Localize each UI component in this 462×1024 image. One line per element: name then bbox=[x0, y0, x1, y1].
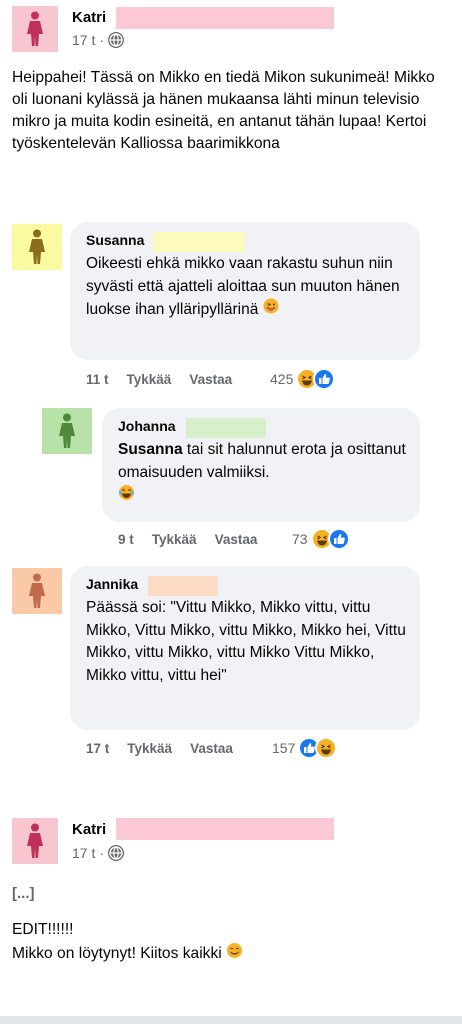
globe-icon bbox=[108, 32, 125, 48]
comment-bubble: Susanna Oikeesti ehkä mikko vaan rakastu… bbox=[70, 222, 420, 360]
comment-text: Oikeesti ehkä mikko vaan rakastu suhun n… bbox=[86, 253, 406, 322]
meta-separator: · bbox=[99, 845, 105, 861]
comment-actions: 11 t Tykkää Vastaa bbox=[86, 372, 250, 387]
person-figure-icon bbox=[29, 229, 45, 264]
person-figure-icon bbox=[59, 413, 75, 448]
post-author-name[interactable]: Katri bbox=[72, 821, 106, 838]
comment-actions: 17 t Tykkää Vastaa bbox=[86, 741, 251, 756]
jannika-avatar[interactable] bbox=[12, 568, 62, 614]
susanna-avatar[interactable] bbox=[12, 224, 62, 270]
like-thumb-icon bbox=[327, 528, 350, 550]
reply-action[interactable]: Vastaa bbox=[215, 532, 258, 547]
post-body-text: Mikko on löytynyt! Kiitos kaikki bbox=[12, 945, 222, 963]
comment-time[interactable]: 11 t bbox=[86, 372, 109, 387]
reaction-count: 73 bbox=[292, 531, 308, 547]
post-body: Mikko on löytynyt! Kiitos kaikki bbox=[12, 942, 243, 966]
like-action[interactable]: Tykkää bbox=[127, 741, 172, 756]
like-action[interactable]: Tykkää bbox=[127, 372, 172, 387]
post-body: Heippahei! Tässä on Mikko en tiedä Mikon… bbox=[12, 69, 435, 152]
mention-link[interactable]: Susanna bbox=[118, 441, 183, 458]
reaction-summary[interactable]: 157 bbox=[272, 737, 338, 759]
post-time[interactable]: 17 t bbox=[72, 32, 95, 48]
redacted-surname bbox=[116, 7, 334, 29]
comment-time[interactable]: 9 t bbox=[118, 532, 134, 547]
post-meta: 17 t · bbox=[72, 32, 125, 48]
reaction-count: 425 bbox=[270, 371, 294, 387]
person-figure-icon bbox=[27, 11, 43, 46]
post-author-name[interactable]: Katri bbox=[72, 9, 106, 26]
reaction-count: 157 bbox=[272, 740, 296, 756]
like-thumb-icon bbox=[313, 368, 336, 390]
johanna-avatar[interactable] bbox=[42, 408, 92, 454]
comment-text: Susanna tai sit halunnut erota ja ositta… bbox=[118, 439, 406, 509]
tears-of-joy-emoji-icon bbox=[118, 484, 135, 509]
comment-bubble: Jannika Päässä soi: "Vittu Mikko, Mikko … bbox=[70, 566, 420, 730]
tongue-out-emoji-icon bbox=[263, 298, 279, 322]
redacted-surname bbox=[148, 576, 218, 596]
reply-action[interactable]: Vastaa bbox=[190, 741, 233, 756]
bottom-divider bbox=[0, 1016, 462, 1024]
comment-text-content: Päässä soi: "Vittu Mikko, Mikko vittu, v… bbox=[86, 599, 406, 684]
haha-emoji-icon bbox=[315, 737, 338, 759]
comment-author-name[interactable]: Jannika bbox=[86, 576, 406, 594]
comment-author-name[interactable]: Susanna bbox=[86, 232, 406, 250]
edit-label: EDIT!!!!!! bbox=[12, 921, 74, 938]
post-meta: 17 t · bbox=[72, 845, 125, 861]
reply-action[interactable]: Vastaa bbox=[189, 372, 232, 387]
redacted-surname bbox=[153, 232, 245, 252]
omitted-text-marker: [...] bbox=[12, 885, 35, 902]
comment-time[interactable]: 17 t bbox=[86, 741, 109, 756]
like-action[interactable]: Tykkää bbox=[152, 532, 197, 547]
comment-actions: 9 t Tykkää Vastaa bbox=[118, 532, 275, 547]
smiling-emoji-icon bbox=[226, 942, 243, 966]
redacted-surname bbox=[116, 818, 334, 840]
katri-avatar[interactable] bbox=[12, 818, 58, 864]
globe-icon bbox=[108, 845, 125, 861]
person-figure-icon bbox=[27, 823, 43, 858]
reaction-summary[interactable]: 425 bbox=[270, 368, 336, 390]
person-figure-icon bbox=[29, 573, 45, 608]
post-time[interactable]: 17 t bbox=[72, 845, 95, 861]
comment-text-content: Oikeesti ehkä mikko vaan rakastu suhun n… bbox=[86, 255, 400, 318]
redacted-surname bbox=[186, 418, 266, 438]
meta-separator: · bbox=[99, 32, 105, 48]
katri-avatar[interactable] bbox=[12, 6, 58, 52]
reaction-summary[interactable]: 73 bbox=[292, 528, 350, 550]
